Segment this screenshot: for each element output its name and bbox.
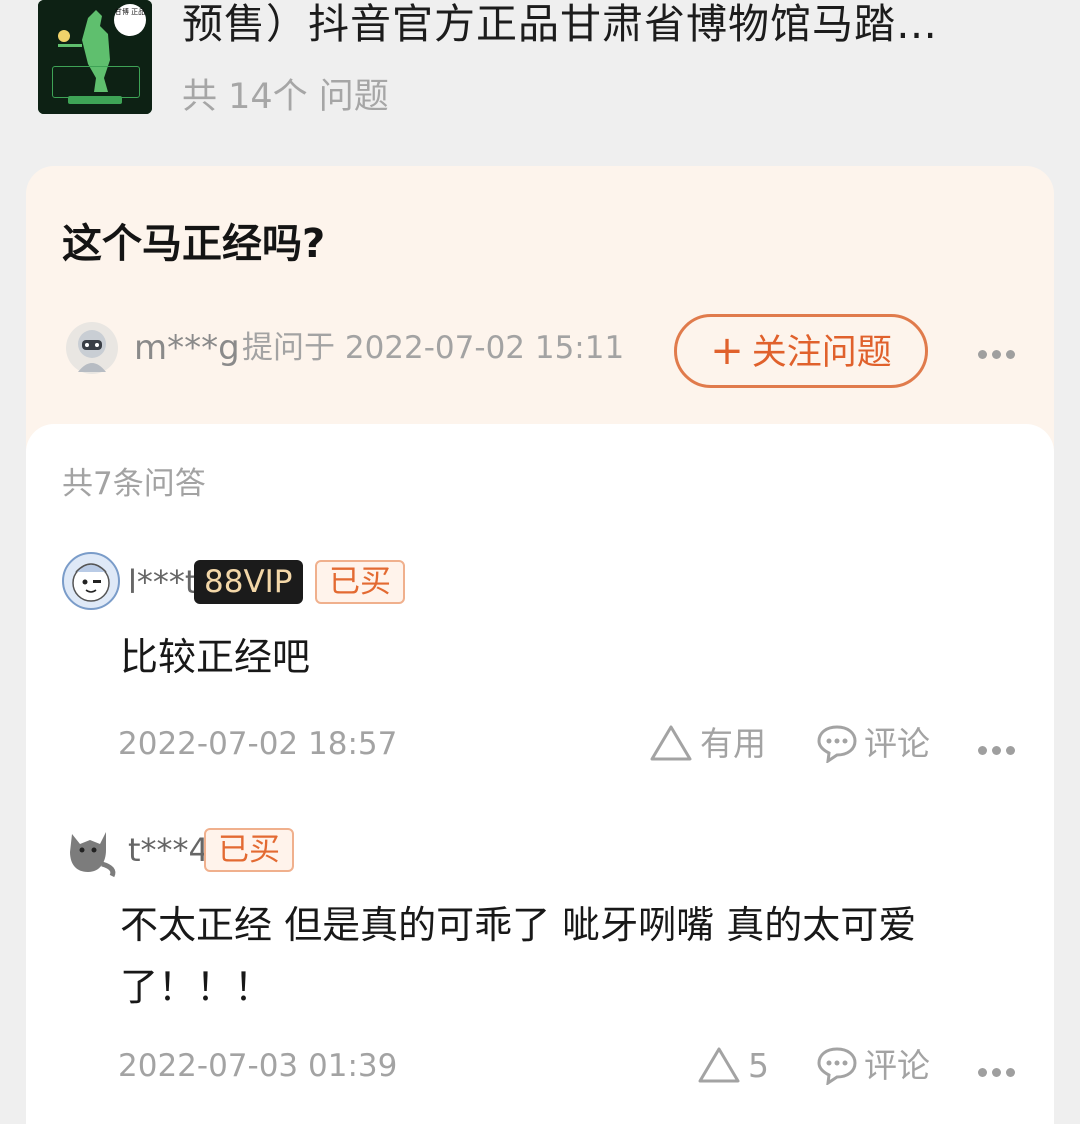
asker-avatar[interactable] xyxy=(66,322,118,374)
comment-label: 评论 xyxy=(864,724,930,763)
useful-button[interactable]: 5 xyxy=(696,1044,769,1088)
more-dots-icon[interactable] xyxy=(978,344,1022,359)
vip-badge: 88VIP xyxy=(194,560,303,604)
answers-panel: 共7条问答 l***t 88VIP 已买 比较正经吧 2022-07-02 18… xyxy=(26,424,1054,1124)
comment-bubble-icon xyxy=(817,1046,857,1086)
follow-question-label: 关注问题 xyxy=(751,333,892,373)
more-dots-icon[interactable] xyxy=(978,1062,1022,1077)
follow-question-button[interactable]: + 关注问题 xyxy=(674,314,928,388)
more-dots-icon[interactable] xyxy=(978,740,1022,755)
asker-username: m***g xyxy=(134,328,240,368)
question-meta: m***g 提问于 2022-07-02 15:11 + 关注问题 xyxy=(66,314,1026,388)
useful-button[interactable]: 有用 xyxy=(648,722,766,766)
question-card: 这个马正经吗? m***g 提问于 2022-07-02 15:11 + 关注问题 xyxy=(26,166,1054,456)
question-text: 这个马正经吗? xyxy=(62,221,326,267)
answer-time: 2022-07-02 18:57 xyxy=(118,726,398,762)
thumbnail-badge: 甘博 正品 xyxy=(114,4,146,36)
plus-icon: + xyxy=(710,328,744,374)
answer-item: t***4 已买 不太正经 但是真的可乖了 呲牙咧嘴 真的太可爱了！！！ 202… xyxy=(62,818,1032,1118)
thumbs-up-triangle-icon xyxy=(698,1047,740,1082)
asked-time: 提问于 2022-07-02 15:11 xyxy=(242,330,625,366)
answerer-avatar[interactable] xyxy=(62,552,120,610)
thumbs-up-triangle-icon xyxy=(650,725,692,760)
answer-time: 2022-07-03 01:39 xyxy=(118,1048,398,1084)
product-thumbnail[interactable]: 甘博 正品 xyxy=(38,0,152,114)
answer-text: 比较正经吧 xyxy=(120,635,311,679)
answer-text: 不太正经 但是真的可乖了 呲牙咧嘴 真的太可爱了！！！ xyxy=(120,903,917,1009)
answer-item: l***t 88VIP 已买 比较正经吧 2022-07-02 18:57 有用… xyxy=(62,552,1032,782)
question-count: 共 14个 问题 xyxy=(182,77,389,117)
product-title[interactable]: 预售）抖音官方正品甘肃省博物馆马踏… xyxy=(182,0,1042,50)
comment-button[interactable]: 评论 xyxy=(816,1044,930,1088)
answerer-avatar[interactable] xyxy=(62,820,120,878)
answerer-username: t***4 xyxy=(128,831,209,869)
comment-label: 评论 xyxy=(864,1046,930,1085)
answers-total: 共7条问答 xyxy=(62,466,206,502)
comment-bubble-icon xyxy=(817,724,857,764)
bought-badge: 已买 xyxy=(204,828,294,872)
bought-badge: 已买 xyxy=(315,560,405,604)
useful-count: 5 xyxy=(748,1046,769,1085)
thumbnail-frame xyxy=(52,66,140,98)
comment-button[interactable]: 评论 xyxy=(816,722,930,766)
useful-label: 有用 xyxy=(700,724,766,763)
product-header[interactable]: 甘博 正品 预售）抖音官方正品甘肃省博物馆马踏… 共 14个 问题 xyxy=(0,0,1080,150)
answerer-username: l***t xyxy=(128,563,198,601)
